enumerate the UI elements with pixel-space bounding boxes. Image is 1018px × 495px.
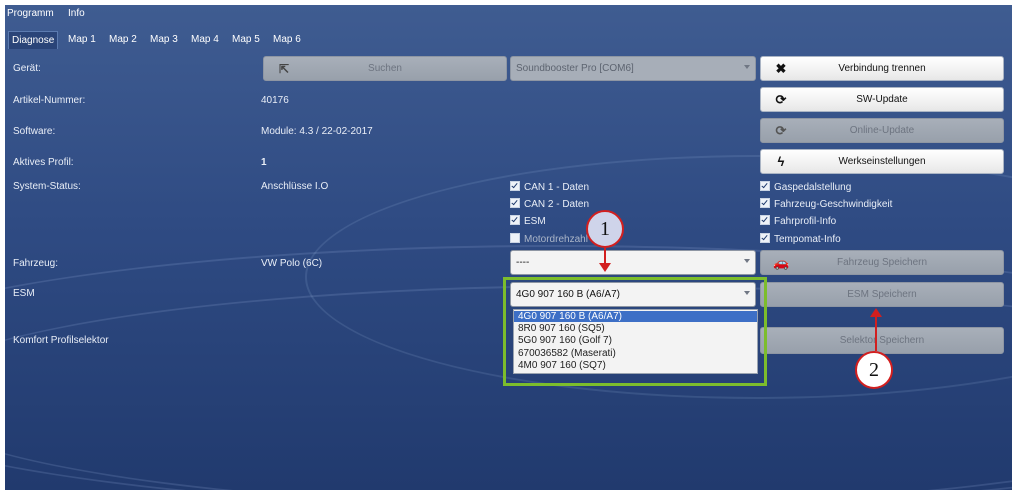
checkbox-box xyxy=(510,215,520,225)
dropdown-option[interactable]: 5G0 907 160 (Golf 7) xyxy=(518,335,612,346)
selektor-speichern-button[interactable]: Selektor Speichern xyxy=(760,327,1004,354)
dropdown-option[interactable]: 4G0 907 160 B (A6/A7) xyxy=(514,311,757,322)
dropdown-option[interactable]: 670036582 (Maserati) xyxy=(518,348,616,359)
value-artikel-nummer: 40176 xyxy=(261,95,289,106)
tab-map-1[interactable]: Map 1 xyxy=(65,31,99,48)
arrowhead-down-icon xyxy=(599,263,611,272)
online-update-button[interactable]: ⟳ Online-Update xyxy=(760,118,1004,143)
callout-arrow-2 xyxy=(875,317,877,351)
verbindung-trennen-button[interactable]: ✖ Verbindung trennen xyxy=(760,56,1004,81)
tab-map-3[interactable]: Map 3 xyxy=(147,31,181,48)
device-select[interactable]: Soundbooster Pro [COM6] xyxy=(510,56,756,81)
label-aktives-profil: Aktives Profil: xyxy=(13,157,74,168)
tab-map-5[interactable]: Map 5 xyxy=(229,31,263,48)
label-fahrzeug: Fahrzeug: xyxy=(13,258,59,269)
callout-1: 1 xyxy=(586,210,624,248)
label-software: Software: xyxy=(13,126,56,137)
callout-2: 2 xyxy=(855,351,893,389)
checkbox-box xyxy=(760,215,770,225)
chevron-down-icon xyxy=(744,259,750,263)
value-fahrzeug: VW Polo (6C) xyxy=(261,258,323,269)
value-system-status: Anschlüsse I.O xyxy=(261,181,329,192)
app-window: Programm Info Diagnose Map 1 Map 2 Map 3… xyxy=(5,5,1012,490)
dropdown-option[interactable]: 4M0 907 160 (SQ7) xyxy=(518,360,606,371)
checkbox-motordrehzahl[interactable]: Motordrehzahl xyxy=(510,233,588,245)
label-komfort-profilselektor: Komfort Profilselektor xyxy=(13,335,109,346)
label-geraet: Gerät: xyxy=(13,63,41,74)
tab-map-6[interactable]: Map 6 xyxy=(270,31,304,48)
label-system-status: System-Status: xyxy=(13,181,81,192)
werkseinstellungen-button[interactable]: ϟ Werkseinstellungen xyxy=(760,149,1004,174)
suchen-button[interactable]: ⇱ Suchen xyxy=(263,56,507,81)
label-esm: ESM xyxy=(13,288,35,299)
fahrzeug-speichern-button[interactable]: 🚗 Fahrzeug Speichern xyxy=(760,250,1004,275)
menu-info[interactable]: Info xyxy=(68,8,85,19)
checkbox-box xyxy=(760,181,770,191)
tab-diagnose[interactable]: Diagnose xyxy=(8,31,59,49)
chevron-down-icon xyxy=(744,65,750,69)
checkbox-can1[interactable]: CAN 1 - Daten xyxy=(510,181,589,193)
checkbox-fahrprofil-info[interactable]: Fahrprofil-Info xyxy=(760,215,836,227)
checkbox-esm[interactable]: ESM xyxy=(510,215,546,227)
vehicle-select[interactable]: ---- xyxy=(510,250,756,275)
checkbox-can2[interactable]: CAN 2 - Daten xyxy=(510,198,589,210)
menu-bar: Programm Info xyxy=(5,5,1012,23)
checkbox-box xyxy=(760,198,770,208)
checkbox-tempomat-info[interactable]: Tempomat-Info xyxy=(760,233,841,245)
value-software: Module: 4.3 / 22-02-2017 xyxy=(261,126,373,137)
checkbox-box xyxy=(760,233,770,243)
label-artikel-nummer: Artikel-Nummer: xyxy=(13,95,86,106)
esm-speichern-button[interactable]: ESM Speichern xyxy=(760,282,1004,307)
esm-dropdown-list: 4G0 907 160 B (A6/A7) 8R0 907 160 (SQ5) … xyxy=(513,309,758,374)
value-aktives-profil: 1 xyxy=(261,157,267,168)
checkbox-box xyxy=(510,198,520,208)
menu-programm[interactable]: Programm xyxy=(7,8,54,19)
tab-map-2[interactable]: Map 2 xyxy=(106,31,140,48)
checkbox-box xyxy=(510,181,520,191)
arrowhead-up-icon xyxy=(870,308,882,317)
tab-bar: Diagnose Map 1 Map 2 Map 3 Map 4 Map 5 M… xyxy=(5,31,1012,49)
sw-update-button[interactable]: ⟳ SW-Update xyxy=(760,87,1004,112)
dropdown-option[interactable]: 8R0 907 160 (SQ5) xyxy=(518,323,605,334)
checkbox-gaspedalstellung[interactable]: Gaspedalstellung xyxy=(760,181,851,193)
checkbox-fahrzeug-geschwindigkeit[interactable]: Fahrzeug-Geschwindigkeit xyxy=(760,198,892,210)
tab-map-4[interactable]: Map 4 xyxy=(188,31,222,48)
checkbox-box xyxy=(510,233,520,243)
